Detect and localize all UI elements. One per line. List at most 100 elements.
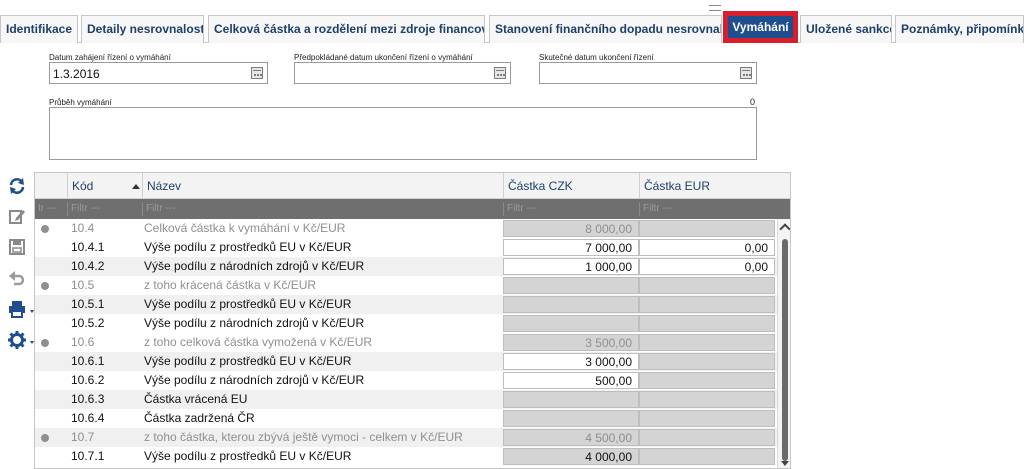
tab-bar: Identifikace Detaily nesrovnalosti Celko…	[0, 11, 1024, 43]
row-name: Výše podílu z prostředků EU v Kč/EUR	[144, 240, 352, 254]
table-row[interactable]: 10.6.2 Výše podílu z národních zdrojů v …	[35, 371, 777, 390]
expected-end-date-field[interactable]	[294, 62, 511, 84]
row-name: Výše podílu z prostředků EU v Kč/EUR	[144, 449, 352, 463]
start-date-field[interactable]: 1.3.2016	[49, 62, 268, 84]
filter-name[interactable]: Filtr ---	[142, 202, 503, 216]
row-amount-czk[interactable]: 4 000,00	[503, 448, 639, 465]
row-amount-czk[interactable]	[503, 296, 639, 313]
row-amount-czk[interactable]: 7 000,00	[503, 239, 639, 256]
scrollbar-thumb[interactable]	[782, 239, 788, 461]
row-name: z toho celková částka vymožená v Kč/EUR	[144, 335, 373, 349]
vertical-scrollbar[interactable]	[777, 219, 790, 468]
calendar-icon[interactable]	[740, 67, 752, 79]
settings-button[interactable]	[4, 328, 30, 352]
row-amount-eur[interactable]	[639, 372, 775, 389]
row-code: 10.6.2	[71, 373, 105, 387]
edit-icon	[9, 210, 25, 224]
row-amount-czk[interactable]: 8 000,00	[503, 220, 639, 237]
print-button[interactable]	[4, 297, 30, 321]
row-amount-eur[interactable]	[639, 334, 775, 351]
table-row[interactable]: 10.5 z toho krácená částka v Kč/EUR	[35, 276, 777, 295]
refresh-button[interactable]	[4, 174, 30, 198]
edit-button[interactable]	[4, 204, 30, 228]
row-code: 10.5.1	[71, 297, 105, 311]
table-row[interactable]: 10.6.3 Částka vrácená EU	[35, 390, 777, 409]
actual-end-date-field[interactable]	[539, 62, 757, 84]
row-amount-eur[interactable]	[639, 220, 775, 237]
table-row[interactable]: 10.7.1 Výše podílu z prostředků EU v Kč/…	[35, 447, 777, 466]
recovery-grid: Kód Název Částka CZK Částka EUR Ir --- F…	[34, 172, 791, 469]
table-row[interactable]: 10.7 z toho částka, kterou zbývá ještě v…	[35, 428, 777, 447]
row-name: Výše podílu z prostředků EU v Kč/EUR	[144, 354, 352, 368]
character-counter: 0	[750, 97, 756, 107]
column-header-czk[interactable]: Částka CZK	[503, 173, 639, 199]
tab-celkova-castka[interactable]: Celková částka a rozdělení mezi zdroje f…	[208, 15, 485, 43]
undo-icon	[9, 271, 25, 286]
tab-detaily-nesrovnalosti[interactable]: Detaily nesrovnalosti	[81, 15, 204, 43]
tab-vymahani-highlight: Vymáhání	[723, 11, 798, 43]
row-amount-eur[interactable]	[639, 448, 775, 465]
table-row[interactable]: 10.5.1 Výše podílu z prostředků EU v Kč/…	[35, 295, 777, 314]
table-row[interactable]: 10.6.4 Částka zadržená ČR	[35, 409, 777, 428]
tab-identifikace[interactable]: Identifikace	[0, 15, 78, 43]
row-code: 10.6.3	[71, 392, 105, 406]
row-amount-eur[interactable]: 0,00	[639, 239, 775, 256]
row-amount-czk[interactable]: 500,00	[503, 372, 639, 389]
row-name: Výše podílu z národních zdrojů v Kč/EUR	[144, 373, 365, 387]
table-row[interactable]: 10.5.2 Výše podílu z národních zdrojů v …	[35, 314, 777, 333]
row-amount-eur[interactable]	[639, 353, 775, 370]
row-amount-czk[interactable]	[503, 277, 639, 294]
column-header-code[interactable]: Kód	[67, 173, 142, 199]
column-header-name[interactable]: Název	[142, 173, 503, 199]
tab-poznamky-pripominky[interactable]: Poznámky, připomínky	[895, 15, 1024, 43]
row-name: Výše podílu z prostředků EU v Kč/EUR	[144, 297, 352, 311]
save-button[interactable]	[4, 235, 30, 259]
calendar-icon[interactable]	[494, 67, 506, 79]
row-name: z toho krácená částka v Kč/EUR	[144, 278, 317, 292]
row-amount-eur[interactable]	[639, 429, 775, 446]
row-amount-czk[interactable]	[503, 315, 639, 332]
row-amount-eur[interactable]	[639, 315, 775, 332]
row-amount-eur[interactable]: 0,00	[639, 258, 775, 275]
expected-end-date-label: Předpokládané datum ukončení řízení o vy…	[294, 53, 473, 62]
filter-code[interactable]: Filtr ---	[67, 202, 142, 216]
scroll-up-icon[interactable]	[779, 223, 790, 235]
row-code: 10.7.1	[71, 449, 105, 463]
row-amount-czk[interactable]	[503, 391, 639, 408]
row-amount-czk[interactable]: 3 500,00	[503, 334, 639, 351]
scroll-down-icon[interactable]	[781, 461, 789, 466]
print-icon	[9, 301, 25, 318]
filter-selector[interactable]: Ir ---	[35, 202, 67, 216]
table-row[interactable]: 10.4 Celková částka k vymáhání v Kč/EUR …	[35, 219, 777, 238]
row-amount-eur[interactable]	[639, 277, 775, 294]
tab-stanoveni-financniho-dopadu[interactable]: Stanovení finančního dopadu nesrovnalost…	[489, 15, 722, 43]
row-code: 10.4.2	[71, 259, 105, 273]
filter-eur[interactable]: Filtr ---	[639, 202, 777, 216]
undo-button[interactable]	[4, 266, 30, 290]
actual-end-date-label: Skutečné datum ukončení řízení	[539, 53, 654, 62]
sort-ascending-icon[interactable]	[132, 184, 140, 189]
row-amount-czk[interactable]: 1 000,00	[503, 258, 639, 275]
table-row[interactable]: 10.6.1 Výše podílu z prostředků EU v Kč/…	[35, 352, 777, 371]
tab-ulozene-sankce[interactable]: Uložené sankce	[800, 15, 892, 43]
row-amount-czk[interactable]: 3 000,00	[503, 353, 639, 370]
table-row[interactable]: 10.6 z toho celková částka vymožená v Kč…	[35, 333, 777, 352]
row-code: 10.6	[71, 335, 95, 349]
column-header-eur[interactable]: Částka EUR	[639, 173, 790, 199]
row-code: 10.4	[71, 221, 95, 235]
row-amount-eur[interactable]	[639, 391, 775, 408]
progress-textarea[interactable]	[49, 107, 757, 160]
filter-czk[interactable]: Filtr ---	[503, 202, 639, 216]
row-name: Výše podílu z národních zdrojů v Kč/EUR	[144, 259, 365, 273]
row-amount-eur[interactable]	[639, 410, 775, 427]
group-bullet-icon	[41, 434, 49, 442]
save-icon	[9, 239, 25, 255]
row-name: Částka zadržená ČR	[144, 411, 255, 425]
row-amount-czk[interactable]	[503, 410, 639, 427]
table-row[interactable]: 10.4.1 Výše podílu z prostředků EU v Kč/…	[35, 238, 777, 257]
table-row[interactable]: 10.4.2 Výše podílu z národních zdrojů v …	[35, 257, 777, 276]
row-amount-czk[interactable]: 4 500,00	[503, 429, 639, 446]
calendar-icon[interactable]	[251, 67, 263, 79]
tab-vymahani[interactable]: Vymáhání	[728, 16, 793, 38]
row-amount-eur[interactable]	[639, 296, 775, 313]
